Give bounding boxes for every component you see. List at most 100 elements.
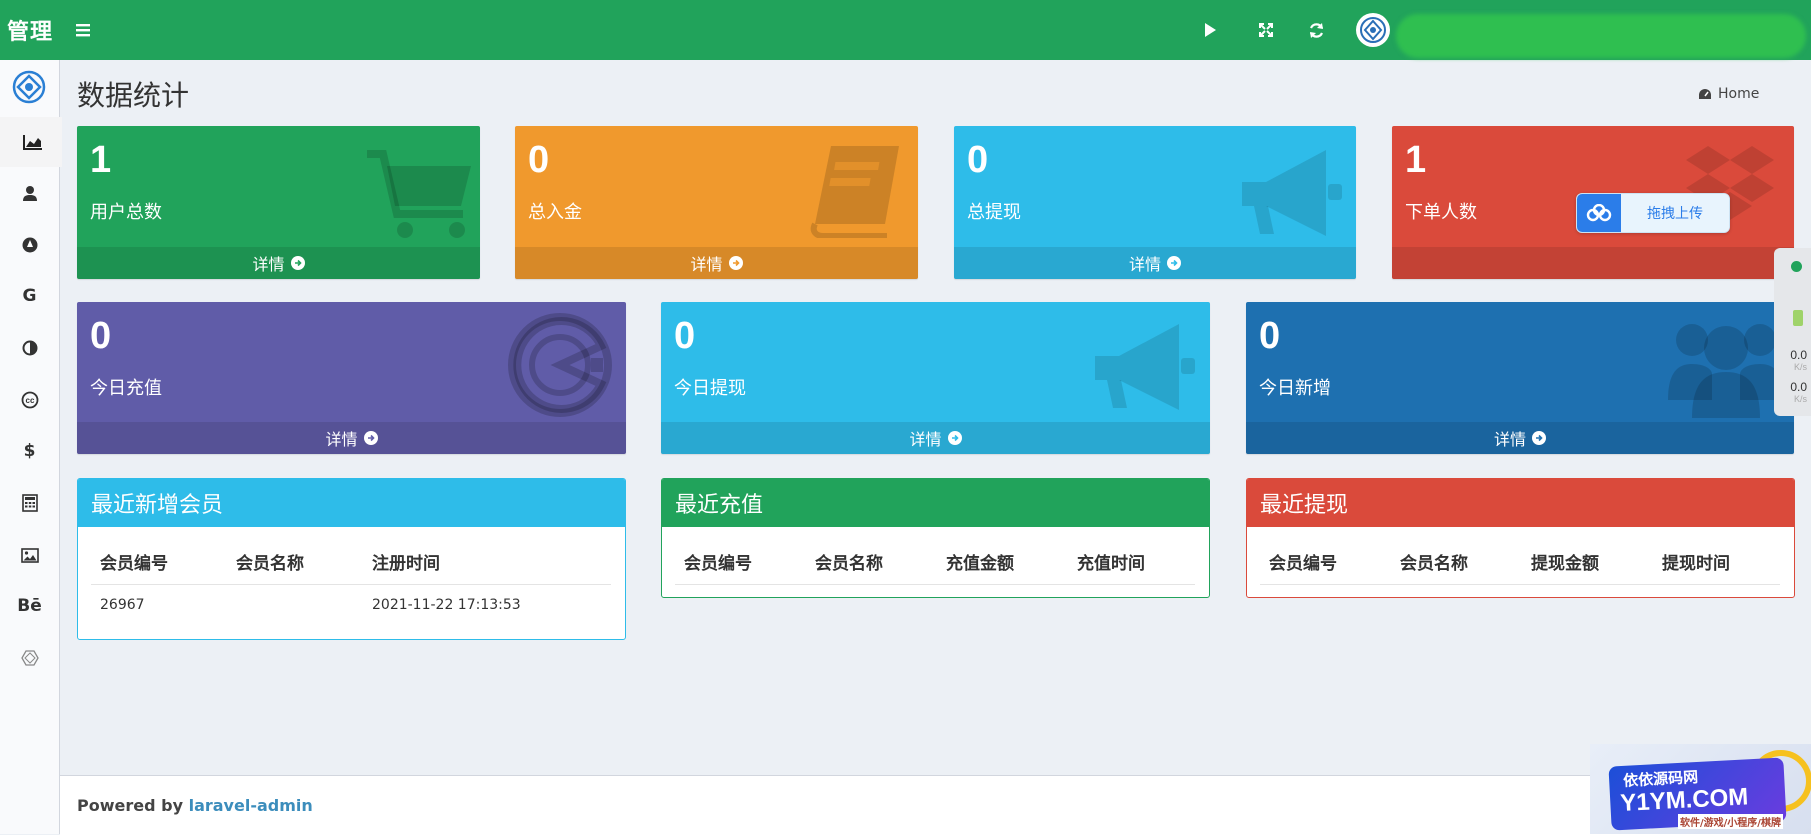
arrow-circle-right-icon [290, 256, 305, 270]
play-icon[interactable] [1196, 16, 1224, 44]
stat-label: 总提现 [967, 202, 1021, 223]
stat-value: 0 [90, 315, 112, 357]
upload-unit: K/s [1793, 362, 1807, 372]
user-avatar-icon[interactable] [1356, 13, 1390, 47]
watermark-logo: 依依源码网 Y1YM.COM 软件/游戏/小程序/棋牌 [1590, 744, 1811, 834]
column-header: 会员名称 [227, 540, 363, 585]
behance-icon[interactable]: Bē [0, 581, 59, 631]
user-name-redacted[interactable] [1396, 14, 1806, 58]
stat-details-link[interactable]: 详情 [77, 247, 480, 279]
image-icon[interactable] [0, 530, 59, 580]
stat-value: 1 [90, 139, 112, 181]
stat-details-link[interactable]: 详情 [954, 247, 1356, 279]
google-icon[interactable]: G [0, 271, 59, 321]
svg-text:cc: cc [25, 396, 34, 405]
user-icon[interactable] [0, 168, 59, 218]
stat-box-total-withdraw: 0 总提现 详情 [954, 126, 1356, 279]
withdraw-table: 会员编号 会员名称 提现金额 提现时间 [1260, 540, 1780, 585]
download-speed: 0.0 [1790, 380, 1807, 394]
menu-icon[interactable] [72, 17, 94, 43]
stat-label: 用户总数 [90, 202, 162, 223]
network-monitor-widget[interactable]: 0.0 K/s 0.0 K/s [1774, 248, 1811, 416]
download-unit: K/s [1793, 394, 1807, 404]
top-navbar: 管理 [0, 0, 1811, 60]
dashboard-icon [1699, 89, 1711, 99]
arrow-circle-right-icon [363, 431, 378, 445]
brand-logo[interactable]: 管理 [0, 0, 60, 60]
register-time-cell: 2021-11-22 17:13:53 [372, 597, 521, 613]
cloud-upload-icon [1577, 194, 1621, 232]
drag-upload-button[interactable]: 拖拽上传 [1576, 193, 1730, 233]
column-header: 注册时间 [363, 540, 611, 585]
compass-icon[interactable] [0, 220, 59, 270]
area-chart-icon[interactable] [0, 117, 62, 167]
panel-recent-members: 最近新增会员 会员编号 会员名称 注册时间 26967 2021-11-22 1… [77, 478, 626, 640]
arrow-circle-right-icon [947, 431, 962, 445]
stat-label: 总入金 [528, 202, 582, 223]
column-header: 会员编号 [675, 540, 806, 585]
stat-value: 0 [967, 139, 989, 181]
stat-value: 1 [1405, 139, 1427, 181]
pacman-icon [508, 313, 612, 417]
stat-box-total-users: 1 用户总数 详情 [77, 126, 480, 279]
stat-details-link[interactable]: 详情 [515, 247, 918, 279]
upload-speed: 0.0 [1790, 348, 1807, 362]
arrow-circle-right-icon [728, 256, 743, 270]
stat-value: 0 [528, 139, 550, 181]
calculator-icon[interactable] [0, 478, 59, 528]
stat-label: 今日提现 [674, 378, 746, 399]
powered-by: Powered by laravel-admin [77, 796, 313, 815]
main-footer: Powered by laravel-admin [60, 775, 1811, 835]
panel-title: 最近充值 [662, 479, 1209, 527]
dollar-icon[interactable]: $ [0, 426, 59, 476]
stat-label: 今日充值 [90, 378, 162, 399]
column-header: 会员名称 [806, 540, 937, 585]
recharge-table: 会员编号 会员名称 充值金额 充值时间 [675, 540, 1195, 585]
stat-value: 0 [1259, 315, 1281, 357]
breadcrumb[interactable]: Home [1698, 86, 1759, 102]
arrow-circle-right-icon [1532, 431, 1546, 445]
users-icon [1668, 324, 1784, 418]
bullhorn-icon [1095, 324, 1195, 410]
cc-icon[interactable]: cc [0, 375, 59, 425]
panel-title: 最近新增会员 [78, 479, 625, 527]
column-header: 会员名称 [1391, 540, 1522, 585]
laravel-admin-link[interactable]: laravel-admin [189, 796, 313, 815]
stat-box-total-deposit: 0 总入金 详情 [515, 126, 918, 279]
panel-recent-recharge: 最近充值 会员编号 会员名称 充值金额 充值时间 [661, 478, 1210, 598]
member-id-cell: 26967 [100, 597, 145, 613]
members-table: 会员编号 会员名称 注册时间 26967 2021-11-22 17:13:53 [91, 540, 611, 625]
arrow-circle-right-icon [1167, 256, 1181, 270]
watermark-site: Y1YM.COM [1619, 783, 1749, 818]
page-title: 数据统计 [77, 79, 190, 112]
breadcrumb-home[interactable]: Home [1718, 86, 1759, 102]
column-header: 充值金额 [937, 540, 1068, 585]
bullhorn-icon [1242, 150, 1342, 236]
column-header: 会员编号 [1260, 540, 1391, 585]
panel-title: 最近提现 [1247, 479, 1794, 527]
column-header: 提现金额 [1522, 540, 1653, 585]
contrast-icon[interactable] [0, 323, 59, 373]
shield-icon [1793, 310, 1803, 326]
expand-icon[interactable] [1252, 16, 1280, 44]
stat-label: 下单人数 [1405, 202, 1477, 223]
column-header: 提现时间 [1653, 540, 1780, 585]
stat-footer [1392, 247, 1794, 279]
cart-icon [367, 150, 471, 238]
stat-details-link[interactable]: 详情 [77, 422, 626, 454]
hexagon-icon[interactable] [0, 633, 59, 683]
stat-details-link[interactable]: 详情 [1246, 422, 1794, 454]
stat-details-link[interactable]: 详情 [661, 422, 1210, 454]
refresh-icon[interactable] [1302, 16, 1330, 44]
book-icon [810, 146, 899, 238]
stat-box-today-new: 0 今日新增 详情 [1246, 302, 1794, 454]
sidebar-logo-icon [11, 69, 47, 105]
panel-recent-withdraw: 最近提现 会员编号 会员名称 提现金额 提现时间 [1246, 478, 1795, 598]
stat-box-today-withdraw: 0 今日提现 详情 [661, 302, 1210, 454]
sidebar: G cc $ Bē [0, 60, 62, 834]
column-header: 充值时间 [1068, 540, 1195, 585]
table-row: 26967 2021-11-22 17:13:53 [91, 585, 611, 626]
watermark-subtitle: 软件/游戏/小程序/棋牌 [1678, 814, 1783, 829]
status-dot [1791, 261, 1802, 272]
column-header: 会员编号 [91, 540, 227, 585]
